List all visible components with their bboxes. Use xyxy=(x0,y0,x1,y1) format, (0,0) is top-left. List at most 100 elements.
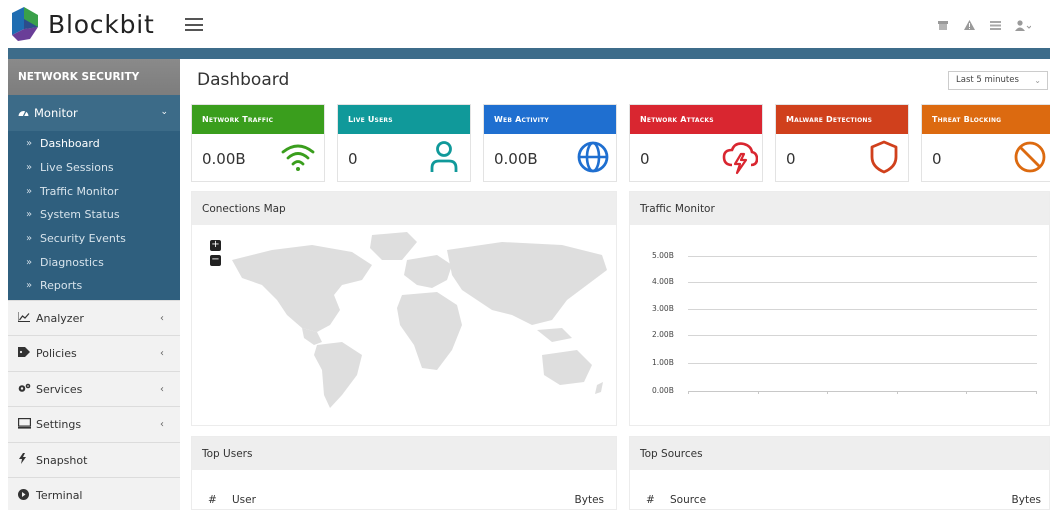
map-region xyxy=(595,382,603,394)
card-title: Malware Detections xyxy=(776,105,908,134)
double-chevron-right-icon: » xyxy=(26,185,33,197)
column-header[interactable]: User xyxy=(224,494,575,506)
column-header[interactable]: Bytes xyxy=(1012,494,1043,506)
block-icon xyxy=(1014,141,1046,173)
sidebar-item-settings[interactable]: Settings ‹ xyxy=(8,406,180,442)
map-region xyxy=(404,255,452,288)
zoom-in-button[interactable]: + xyxy=(210,240,221,251)
card-title: Live Users xyxy=(338,105,470,134)
dashboard-gauge-icon xyxy=(18,107,34,120)
monitor-icon xyxy=(18,417,36,432)
sidebar-item-label: Policies xyxy=(36,347,77,361)
grid-line xyxy=(688,282,1037,283)
sidebar-item-services[interactable]: Services ‹ xyxy=(8,370,180,407)
logo[interactable]: Blockbit xyxy=(8,6,155,42)
sidebar-item-analyzer[interactable]: Analyzer ‹ xyxy=(8,299,180,336)
column-header[interactable]: # xyxy=(202,494,224,506)
sidebar-item-label: Monitor xyxy=(34,106,78,120)
x-axis-ticks xyxy=(688,391,1037,394)
map-region xyxy=(537,328,572,342)
y-axis-label: 2.00B xyxy=(652,330,674,339)
card-title: Web Activity xyxy=(484,105,616,134)
grid-line xyxy=(688,363,1037,364)
subitem-label: Reports xyxy=(40,279,83,293)
subitem-label: System Status xyxy=(40,208,120,222)
panel-title: Top Sources xyxy=(630,437,1049,470)
globe-icon xyxy=(577,141,609,173)
chevron-left-icon: ‹ xyxy=(160,419,164,431)
list-icon[interactable] xyxy=(982,15,1008,35)
chevron-down-icon: ⌄ xyxy=(1034,76,1041,85)
chevron-left-icon: ‹ xyxy=(160,312,164,324)
column-header[interactable]: # xyxy=(640,494,662,506)
y-axis-label: 3.00B xyxy=(652,304,674,313)
map-region xyxy=(542,350,592,385)
sidebar-subitem-traffic-monitor[interactable]: » Traffic Monitor xyxy=(8,179,180,203)
archive-icon[interactable] xyxy=(930,15,956,35)
card-network-traffic[interactable]: Network Traffic 0.00B xyxy=(191,104,325,182)
world-map[interactable] xyxy=(222,230,612,410)
sidebar-item-snapshot[interactable]: Snapshot xyxy=(8,441,180,478)
warning-icon[interactable] xyxy=(956,15,982,35)
card-value: 0.00B xyxy=(494,150,538,168)
time-range-select[interactable]: Last 5 minutes ⌄ xyxy=(948,71,1048,90)
card-malware-detections[interactable]: Malware Detections 0 xyxy=(775,104,909,182)
shield-icon xyxy=(870,140,898,174)
sidebar-item-monitor[interactable]: Monitor ⌄ xyxy=(8,95,180,131)
double-chevron-right-icon: » xyxy=(26,162,33,174)
zoom-out-button[interactable]: − xyxy=(210,255,221,266)
sidebar-item-label: Snapshot xyxy=(36,453,88,467)
sidebar-subitem-security-events[interactable]: » Security Events xyxy=(8,227,180,251)
column-header[interactable]: Source xyxy=(662,494,1012,506)
brand-name: Blockbit xyxy=(48,9,155,39)
top-header: Blockbit xyxy=(0,0,1050,48)
grid-line xyxy=(688,256,1037,257)
chevron-left-icon: ‹ xyxy=(160,348,164,360)
card-value: 0 xyxy=(640,150,650,168)
menu-toggle-icon[interactable] xyxy=(185,18,203,31)
chart-line-icon xyxy=(17,311,36,325)
y-axis-label: 1.00B xyxy=(652,358,674,367)
card-network-attacks[interactable]: Network Attacks 0 xyxy=(629,104,763,182)
column-header[interactable]: Bytes xyxy=(575,494,606,506)
sidebar-subitem-live-sessions[interactable]: » Live Sessions xyxy=(8,156,180,180)
storm-icon xyxy=(722,142,758,175)
subitem-label: Live Sessions xyxy=(40,161,114,175)
sidebar-item-policies[interactable]: Policies ‹ xyxy=(8,335,180,371)
card-value: 0 xyxy=(932,150,942,168)
sidebar-item-terminal[interactable]: Terminal xyxy=(8,477,180,510)
sidebar-subitem-system-status[interactable]: » System Status xyxy=(8,203,180,227)
table-header: # Source Bytes xyxy=(640,489,1043,510)
sidebar-item-label: Settings xyxy=(36,418,82,432)
card-threat-blocking[interactable]: Threat Blocking 0 xyxy=(921,104,1050,182)
double-chevron-right-icon: » xyxy=(26,233,33,245)
card-title: Threat Blocking xyxy=(922,105,1050,134)
double-chevron-right-icon: » xyxy=(26,138,33,150)
card-value: 0 xyxy=(786,150,796,168)
sidebar-subitem-dashboard[interactable]: » Dashboard xyxy=(8,132,180,156)
map-region xyxy=(232,245,372,332)
sidebar-item-label: Analyzer xyxy=(36,311,84,325)
user-icon[interactable] xyxy=(1008,15,1038,35)
y-axis-label: 0.00B xyxy=(652,386,674,395)
cogs-icon xyxy=(18,383,36,396)
map-region xyxy=(314,342,362,408)
sidebar-subitem-reports[interactable]: » Reports xyxy=(8,274,180,298)
wifi-icon xyxy=(281,144,315,171)
y-axis-label: 5.00B xyxy=(652,251,674,260)
sidebar-subitem-diagnostics[interactable]: » Diagnostics xyxy=(8,250,180,274)
subitem-label: Dashboard xyxy=(40,137,100,151)
subitem-label: Diagnostics xyxy=(40,255,104,269)
double-chevron-right-icon: » xyxy=(26,209,33,221)
grid-line xyxy=(688,309,1037,310)
card-live-users[interactable]: Live Users 0 xyxy=(337,104,471,182)
panel-title: Top Users xyxy=(192,437,616,470)
map-region xyxy=(370,232,417,260)
sidebar: NETWORK SECURITY Monitor ⌄ » Dashboard »… xyxy=(8,59,180,510)
card-web-activity[interactable]: Web Activity 0.00B xyxy=(483,104,617,182)
chevron-down-icon: ⌄ xyxy=(160,107,168,117)
chevron-left-icon: ‹ xyxy=(160,383,164,395)
time-range-value: Last 5 minutes xyxy=(956,75,1019,85)
terminal-icon xyxy=(18,488,36,503)
table-header: # User Bytes xyxy=(202,489,606,510)
